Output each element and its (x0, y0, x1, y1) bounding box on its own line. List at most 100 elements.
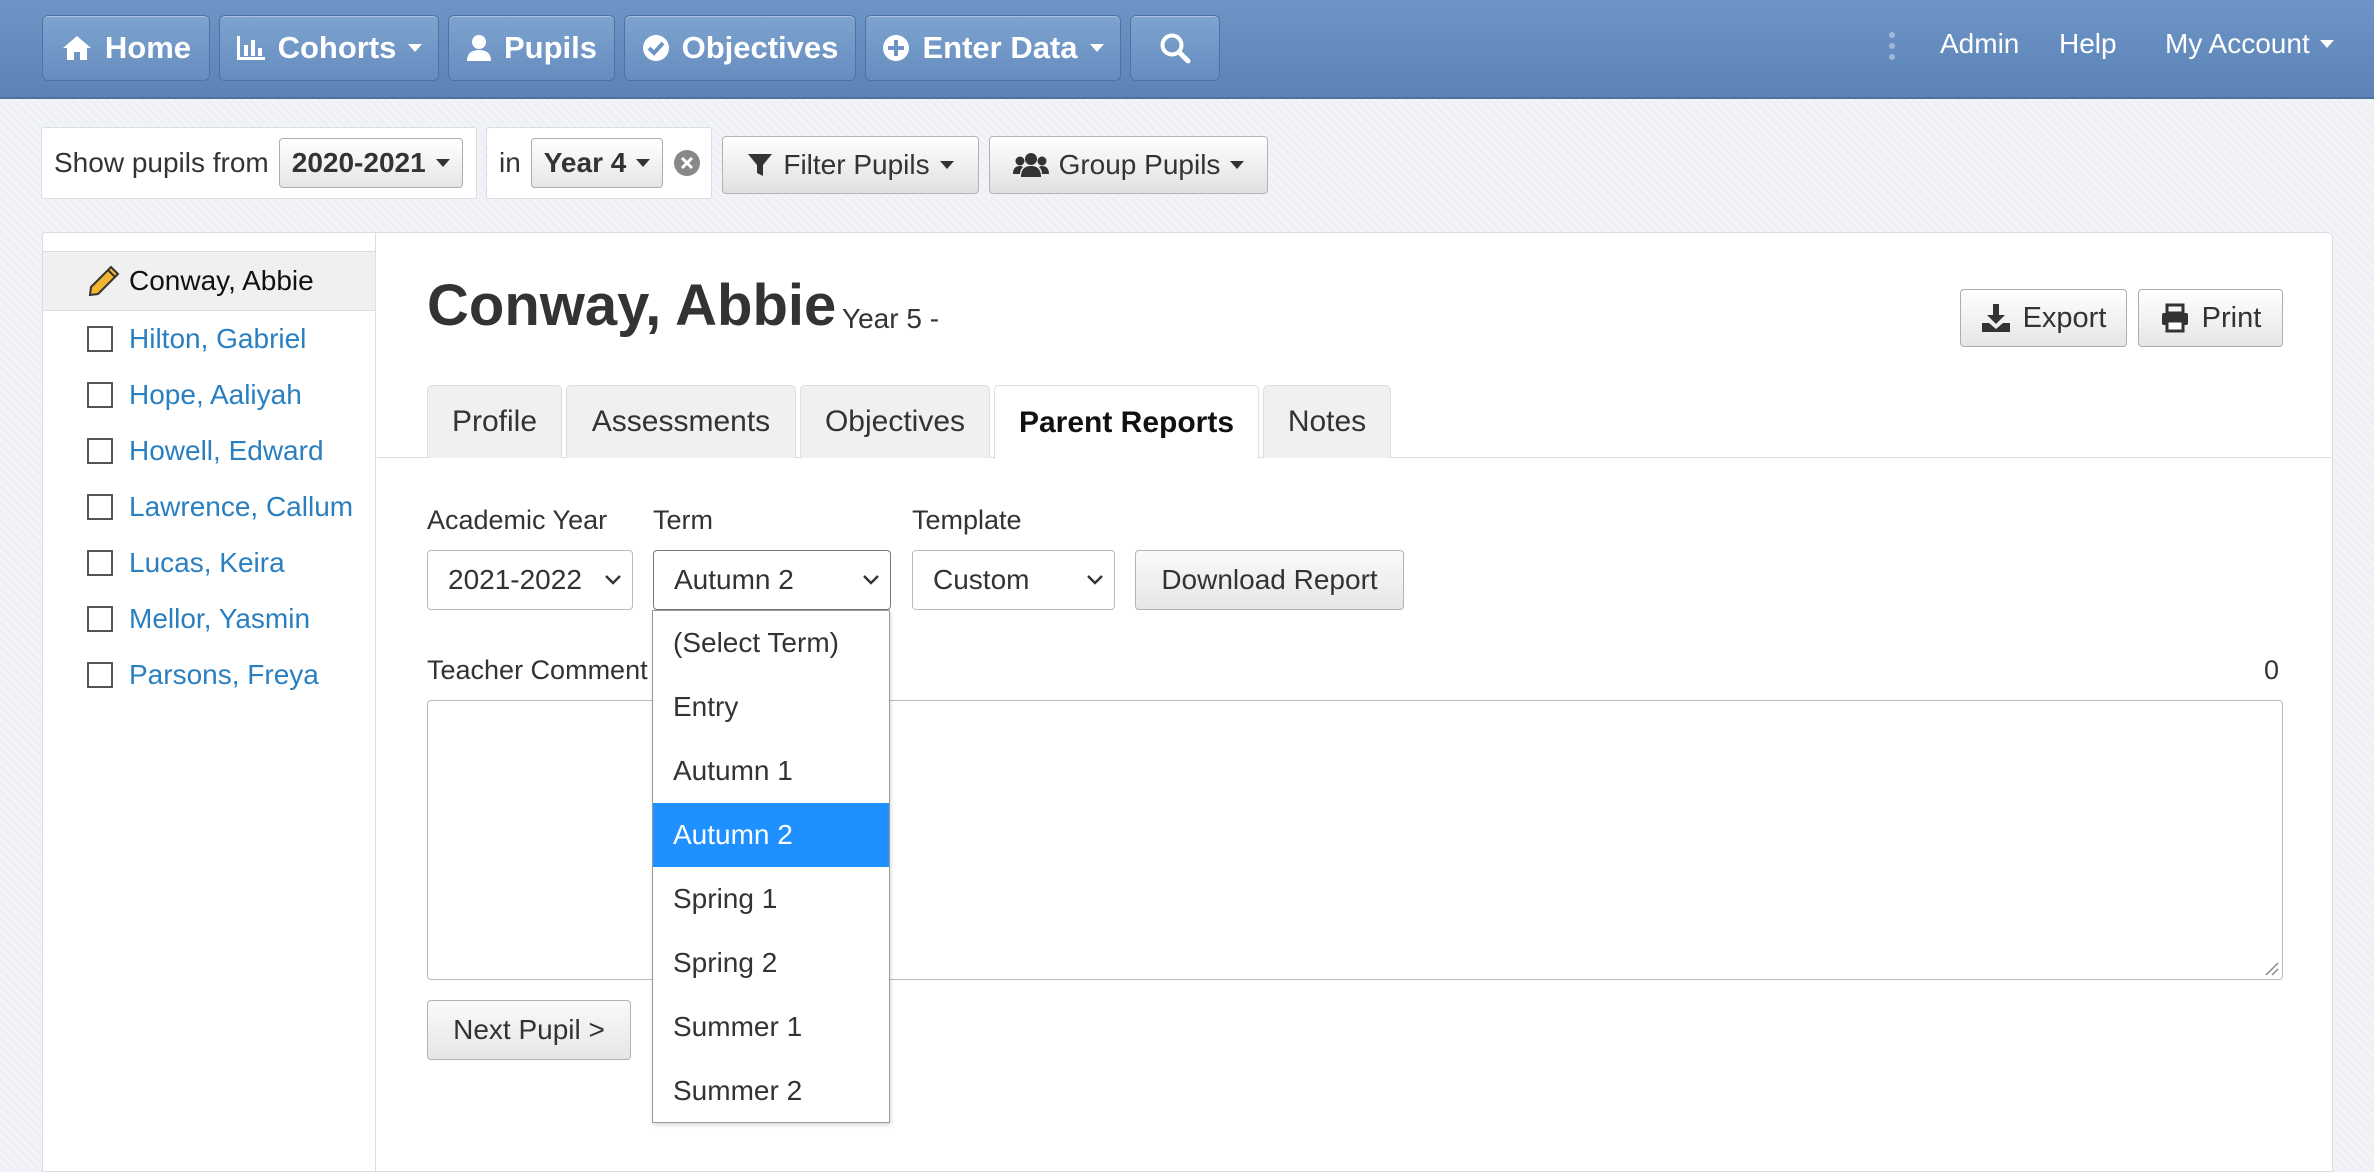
term-option[interactable]: Autumn 2 (653, 803, 889, 867)
tab-assessments-label: Assessments (591, 405, 771, 438)
character-count: 0 (2264, 655, 2280, 685)
pupils-label: Pupils (503, 30, 597, 65)
tab-objectives-label: Objectives (824, 405, 966, 438)
pupil-checkbox[interactable] (87, 494, 113, 520)
term-option[interactable]: (Select Term) (653, 611, 889, 675)
tab-parent-reports[interactable]: Parent Reports (994, 385, 1259, 459)
my-account-menu[interactable]: My Account (2165, 28, 2334, 60)
print-label: Print (2201, 301, 2262, 334)
term-option[interactable]: Spring 2 (653, 931, 889, 995)
group-pupils-label: Group Pupils (1058, 149, 1221, 180)
show-pupils-label: Show pupils from (54, 147, 269, 178)
home-button[interactable]: Home (42, 15, 210, 81)
template-value: Custom (933, 564, 1030, 595)
user-icon (466, 35, 491, 61)
term-option[interactable]: Spring 1 (653, 867, 889, 931)
term-option[interactable]: Summer 1 (653, 995, 889, 1059)
search-icon (1160, 33, 1191, 64)
pupil-sidebar: Conway, Abbie Hilton, Gabriel Hope, Aaliy… (42, 232, 376, 1172)
resize-handle-icon[interactable] (2263, 960, 2279, 976)
teacher-comment-label: Teacher Comment (427, 655, 648, 685)
term-value: Autumn 2 (674, 564, 794, 595)
term-select[interactable]: Autumn 2 (653, 550, 891, 610)
tab-profile[interactable]: Profile (427, 385, 562, 458)
chevron-down-icon (435, 159, 450, 167)
year-select-button[interactable]: 2020-2021 (278, 138, 463, 188)
term-option[interactable]: Summer 2 (653, 1059, 889, 1123)
next-pupil-button[interactable]: Next Pupil > (427, 1000, 631, 1060)
tab-objectives[interactable]: Objectives (800, 385, 990, 458)
tab-assessments[interactable]: Assessments (566, 385, 796, 458)
chevron-down-icon (939, 161, 954, 169)
sidebar-pupil-item[interactable]: Lucas, Keira (87, 543, 285, 583)
group-select-value: Year 4 (543, 147, 627, 178)
sidebar-active-label: Conway, Abbie (129, 265, 314, 296)
filter-pupils-button[interactable]: Filter Pupils (722, 136, 979, 194)
sidebar-pupil-item[interactable]: Hope, Aaliyah (87, 375, 302, 415)
pupils-button[interactable]: Pupils (448, 15, 615, 81)
plus-circle-icon (883, 35, 910, 61)
in-group-filter: in Year 4 (486, 127, 712, 199)
group-select-button[interactable]: Year 4 (530, 138, 664, 188)
download-report-label: Download Report (1161, 564, 1378, 595)
home-label: Home (104, 30, 192, 65)
pencil-icon (88, 265, 120, 297)
term-label: Term (653, 505, 713, 535)
chevron-down-icon (636, 159, 651, 167)
admin-link[interactable]: Admin (1940, 28, 2019, 60)
print-button[interactable]: Print (2138, 289, 2283, 347)
search-button[interactable] (1130, 15, 1220, 81)
enter-data-button[interactable]: Enter Data (865, 15, 1121, 81)
cohorts-button[interactable]: Cohorts (219, 15, 439, 81)
pupil-checkbox[interactable] (87, 662, 113, 688)
pupil-link[interactable]: Mellor, Yasmin (129, 603, 310, 635)
term-option[interactable]: Entry (653, 675, 889, 739)
pupil-year: Year 5 - (842, 303, 940, 334)
help-link[interactable]: Help (2059, 28, 2117, 60)
pupil-checkbox[interactable] (87, 438, 113, 464)
next-pupil-label: Next Pupil > (453, 1014, 605, 1045)
sidebar-pupil-item[interactable]: Mellor, Yasmin (87, 599, 310, 639)
pupil-link[interactable]: Lawrence, Callum (129, 491, 353, 523)
objectives-label: Objectives (681, 30, 839, 65)
pupil-link[interactable]: Parsons, Freya (129, 659, 319, 691)
filter-pupils-label: Filter Pupils (783, 149, 930, 180)
sidebar-item-active[interactable]: Conway, Abbie (43, 251, 375, 311)
objectives-button[interactable]: Objectives (624, 15, 856, 81)
admin-label: Admin (1940, 28, 2020, 59)
academic-year-value: 2021-2022 (448, 564, 582, 595)
academic-year-select[interactable]: 2021-2022 (427, 550, 633, 610)
chevron-down-icon (408, 44, 423, 52)
chevron-down-icon (605, 575, 621, 585)
term-option[interactable]: Autumn 1 (653, 739, 889, 803)
top-navbar: Home Cohorts Pupils Objectives Enter Dat… (0, 0, 2374, 99)
year-select-value: 2020-2021 (291, 147, 426, 178)
sidebar-pupil-item[interactable]: Hilton, Gabriel (87, 319, 306, 359)
academic-year-label: Academic Year (427, 505, 608, 535)
more-vertical-icon[interactable] (1889, 32, 1895, 65)
pupil-link[interactable]: Lucas, Keira (129, 547, 285, 579)
sidebar-pupil-item[interactable]: Parsons, Freya (87, 655, 319, 695)
tab-profile-label: Profile (451, 405, 538, 438)
download-icon (1981, 304, 2010, 332)
sidebar-pupil-item[interactable]: Howell, Edward (87, 431, 324, 471)
pupil-checkbox[interactable] (87, 606, 113, 632)
tab-notes[interactable]: Notes (1263, 385, 1391, 458)
pupil-link[interactable]: Hilton, Gabriel (129, 323, 306, 355)
pupil-checkbox[interactable] (87, 326, 113, 352)
group-pupils-button[interactable]: Group Pupils (989, 136, 1268, 194)
pupil-link[interactable]: Howell, Edward (129, 435, 324, 467)
download-report-button[interactable]: Download Report (1135, 550, 1404, 610)
sidebar-pupil-item[interactable]: Lawrence, Callum (87, 487, 353, 527)
tab-notes-label: Notes (1287, 405, 1367, 438)
tab-parent-reports-label: Parent Reports (1018, 405, 1235, 439)
cohorts-label: Cohorts (277, 30, 397, 65)
pupil-checkbox[interactable] (87, 550, 113, 576)
pupil-link[interactable]: Hope, Aaliyah (129, 379, 302, 411)
home-icon (62, 36, 91, 60)
in-label: in (499, 147, 521, 178)
clear-icon[interactable] (673, 149, 701, 177)
export-button[interactable]: Export (1960, 289, 2127, 347)
pupil-checkbox[interactable] (87, 382, 113, 408)
template-select[interactable]: Custom (912, 550, 1115, 610)
